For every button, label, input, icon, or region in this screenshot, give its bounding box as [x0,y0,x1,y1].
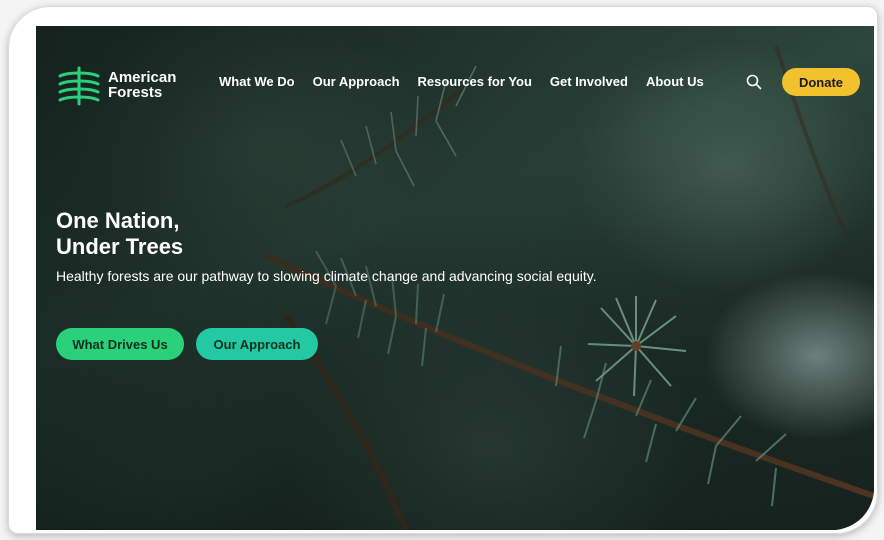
forest-logo-icon [58,66,100,106]
screenshot-frame: American Forests What We Do Our Approach… [8,6,878,534]
hero-title-line2: Under Trees [56,234,184,259]
nav-get-involved[interactable]: Get Involved [550,74,628,89]
nav-about-us[interactable]: About Us [646,74,704,89]
logo-wordmark-line1: American [108,69,177,86]
main-nav: What We Do Our Approach Resources for Yo… [219,74,722,89]
site-header: American Forests What We Do Our Approach… [36,26,874,136]
nav-what-we-do[interactable]: What We Do [219,74,295,89]
american-forests-logo[interactable]: American Forests [56,64,176,106]
hero-subtitle: Healthy forests are our pathway to slowi… [56,268,597,284]
what-drives-us-button[interactable]: What Drives Us [56,328,184,360]
our-approach-button[interactable]: Our Approach [196,328,318,360]
hero-title: One Nation, Under Trees [56,208,183,260]
nav-resources-for-you[interactable]: Resources for You [418,74,532,89]
hero-title-line1: One Nation, [56,208,180,233]
nav-our-approach[interactable]: Our Approach [313,74,400,89]
donate-button[interactable]: Donate [782,68,860,96]
search-icon[interactable] [746,74,762,90]
browser-viewport: American Forests What We Do Our Approach… [36,26,874,530]
logo-wordmark-line2: Forests [108,84,163,101]
